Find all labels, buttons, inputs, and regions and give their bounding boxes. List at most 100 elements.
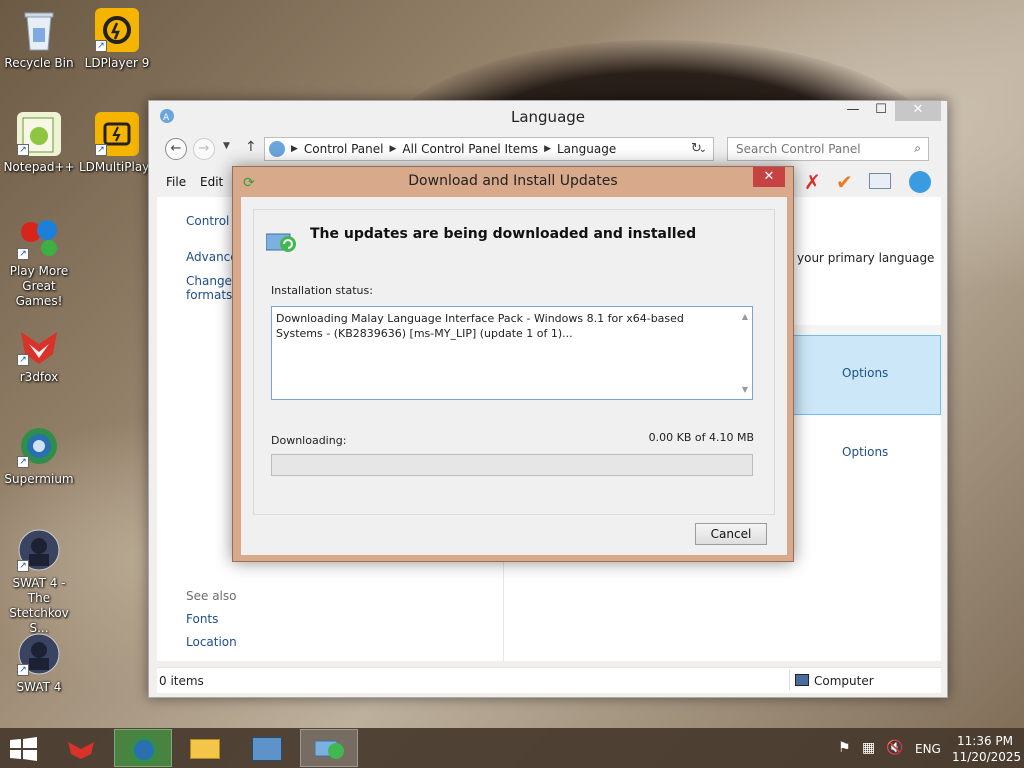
action-center-flag-icon[interactable]: ⚑ — [838, 740, 851, 756]
desktop-icon-label: Play More Great Games! — [9, 264, 69, 308]
dialog-heading: The updates are being downloaded and ins… — [310, 226, 697, 242]
items-count: 0 items — [159, 674, 204, 688]
notepadpp-icon: ↗ — [17, 112, 61, 156]
options-link[interactable]: Options — [842, 366, 888, 380]
folder-icon — [190, 739, 220, 759]
taskbar-supermium[interactable] — [114, 729, 172, 767]
installation-status-box[interactable]: Downloading Malay Language Interface Pac… — [271, 306, 753, 400]
ldplayer-icon: ↗ — [95, 8, 139, 52]
globe-icon[interactable] — [909, 171, 931, 193]
ldmultiplayer-icon: ↗ — [95, 112, 139, 156]
supermium-icon — [131, 737, 157, 763]
desktop-icon-label: Supermium — [4, 472, 74, 486]
window-titlebar[interactable]: A Language — ☐ ✕ — [149, 101, 947, 131]
clock-time[interactable]: 11:36 PM — [957, 734, 1013, 748]
search-icon: ⌕ — [914, 141, 921, 155]
minimize-button[interactable]: — — [839, 101, 867, 121]
update-progress-icon — [265, 230, 298, 254]
r3dfox-icon — [68, 737, 94, 759]
maximize-button[interactable]: ☐ — [867, 101, 895, 121]
window-title: Language — [510, 108, 586, 126]
shortcut-arrow-icon: ↗ — [17, 354, 29, 366]
dialog-close-button[interactable]: ✕ — [753, 167, 785, 187]
desktop-icon-label: SWAT 4 — [16, 680, 62, 694]
scroll-down-icon[interactable]: ▼ — [742, 382, 748, 397]
breadcrumb-language[interactable]: Language — [557, 142, 616, 156]
desktop-icon-swat4-stetchkov[interactable]: ↗ SWAT 4 - The Stetchkov S... — [1, 528, 77, 636]
desktop-icon-supermium[interactable]: ↗ Supermium — [1, 424, 77, 487]
desktop-icon-label: Notepad++ — [3, 160, 75, 174]
supermium-icon: ↗ — [17, 424, 61, 468]
swat4-icon: ↗ — [17, 632, 61, 676]
installation-status-text: Downloading Malay Language Interface Pac… — [276, 312, 684, 340]
desktop-icon-label: LDMultiPlayer — [79, 160, 162, 174]
windows-update-icon — [314, 738, 345, 760]
desktop-icon-r3dfox[interactable]: ↗ r3dfox — [1, 322, 77, 385]
desktop-icon-swat4[interactable]: ↗ SWAT 4 — [1, 632, 77, 695]
back-button[interactable]: ← — [165, 138, 187, 160]
location-link[interactable]: Location — [186, 635, 237, 649]
desktop-icon-notepadpp[interactable]: ↗ Notepad++ — [1, 112, 77, 175]
breadcrumb-separator-icon: ▶ — [389, 144, 397, 154]
dialog-panel: The updates are being downloaded and ins… — [253, 209, 775, 515]
status-divider — [789, 670, 790, 690]
refresh-button[interactable]: ↻ — [691, 141, 702, 156]
shortcut-arrow-icon: ↗ — [17, 144, 29, 156]
download-progress-bar — [271, 454, 753, 476]
desktop-icon-recycle-bin[interactable]: Recycle Bin — [1, 8, 77, 71]
taskbar-r3dfox[interactable] — [52, 729, 110, 767]
breadcrumb-all-items[interactable]: All Control Panel Items — [402, 142, 538, 156]
menu-file[interactable]: File — [166, 175, 186, 189]
address-bar[interactable]: ▶ Control Panel ▶ All Control Panel Item… — [264, 137, 714, 161]
primary-language-text: your primary language — [797, 251, 935, 265]
recent-pages-chevron-icon[interactable]: ▼ — [223, 141, 230, 151]
forward-button[interactable]: → — [193, 138, 215, 160]
dialog-title: Download and Install Updates — [408, 173, 618, 189]
shortcut-arrow-icon: ↗ — [95, 144, 107, 156]
desktop-icon-label: LDPlayer 9 — [84, 56, 150, 70]
up-arrow-icon[interactable]: ↑ — [245, 139, 257, 155]
clock-date[interactable]: 11/20/2025 — [952, 750, 1021, 764]
download-install-dialog: ⟳ Download and Install Updates ✕ The upd… — [232, 166, 794, 562]
recycle-bin-icon — [17, 8, 61, 52]
computer-icon — [795, 674, 809, 686]
keyboard-icon[interactable] — [869, 173, 891, 189]
fonts-link[interactable]: Fonts — [186, 612, 218, 626]
desktop-icon-label: SWAT 4 - The Stetchkov S... — [9, 576, 69, 635]
shortcut-arrow-icon: ↗ — [17, 560, 29, 572]
breadcrumb-separator-icon: ▶ — [291, 144, 298, 154]
network-icon[interactable]: ▦ — [862, 740, 875, 756]
close-button[interactable]: ✕ — [895, 101, 941, 121]
desktop-icon-label: Recycle Bin — [4, 56, 74, 70]
cancel-button[interactable]: Cancel — [695, 523, 767, 545]
desktop-icon-play-more-games[interactable]: ↗ Play More Great Games! — [1, 216, 77, 309]
r3dfox-icon: ↗ — [17, 322, 61, 366]
taskbar-file-explorer[interactable] — [176, 729, 234, 767]
games-icon: ↗ — [17, 216, 61, 260]
red-x-icon[interactable]: ✗ — [804, 170, 821, 194]
change-formats-link-line2[interactable]: formats — [186, 288, 232, 302]
volume-muted-icon[interactable]: 🔇 — [886, 740, 903, 756]
menu-edit[interactable]: Edit — [200, 175, 223, 189]
swat4-icon: ↗ — [17, 528, 61, 572]
desktop-icon-ldplayer9[interactable]: ↗ LDPlayer 9 — [79, 8, 155, 71]
search-placeholder: Search Control Panel — [736, 142, 861, 156]
input-language[interactable]: ENG — [915, 742, 941, 756]
breadcrumb-control-panel[interactable]: Control Panel — [304, 142, 384, 156]
taskbar-control-panel[interactable] — [238, 729, 296, 767]
desktop-icon-ldmultiplayer[interactable]: ↗ LDMultiPlayer — [79, 112, 162, 175]
status-bar: 0 items Computer — [157, 667, 941, 693]
search-input[interactable]: Search Control Panel ⌕ — [727, 137, 929, 161]
scroll-up-icon[interactable]: ▲ — [742, 309, 748, 324]
check-icon[interactable]: ✔ — [836, 170, 853, 194]
advanced-settings-link[interactable]: Advance — [186, 250, 238, 264]
taskbar-windows-update[interactable] — [300, 729, 358, 767]
shortcut-arrow-icon: ↗ — [95, 40, 107, 52]
desktop-icon-label: r3dfox — [19, 370, 59, 384]
options-link[interactable]: Options — [842, 445, 888, 459]
progress-size-text: 0.00 KB of 4.10 MB — [648, 431, 754, 444]
see-also-heading: See also — [186, 589, 237, 603]
zone-label: Computer — [814, 674, 874, 688]
shortcut-arrow-icon: ↗ — [17, 664, 29, 676]
start-button[interactable] — [10, 737, 38, 761]
